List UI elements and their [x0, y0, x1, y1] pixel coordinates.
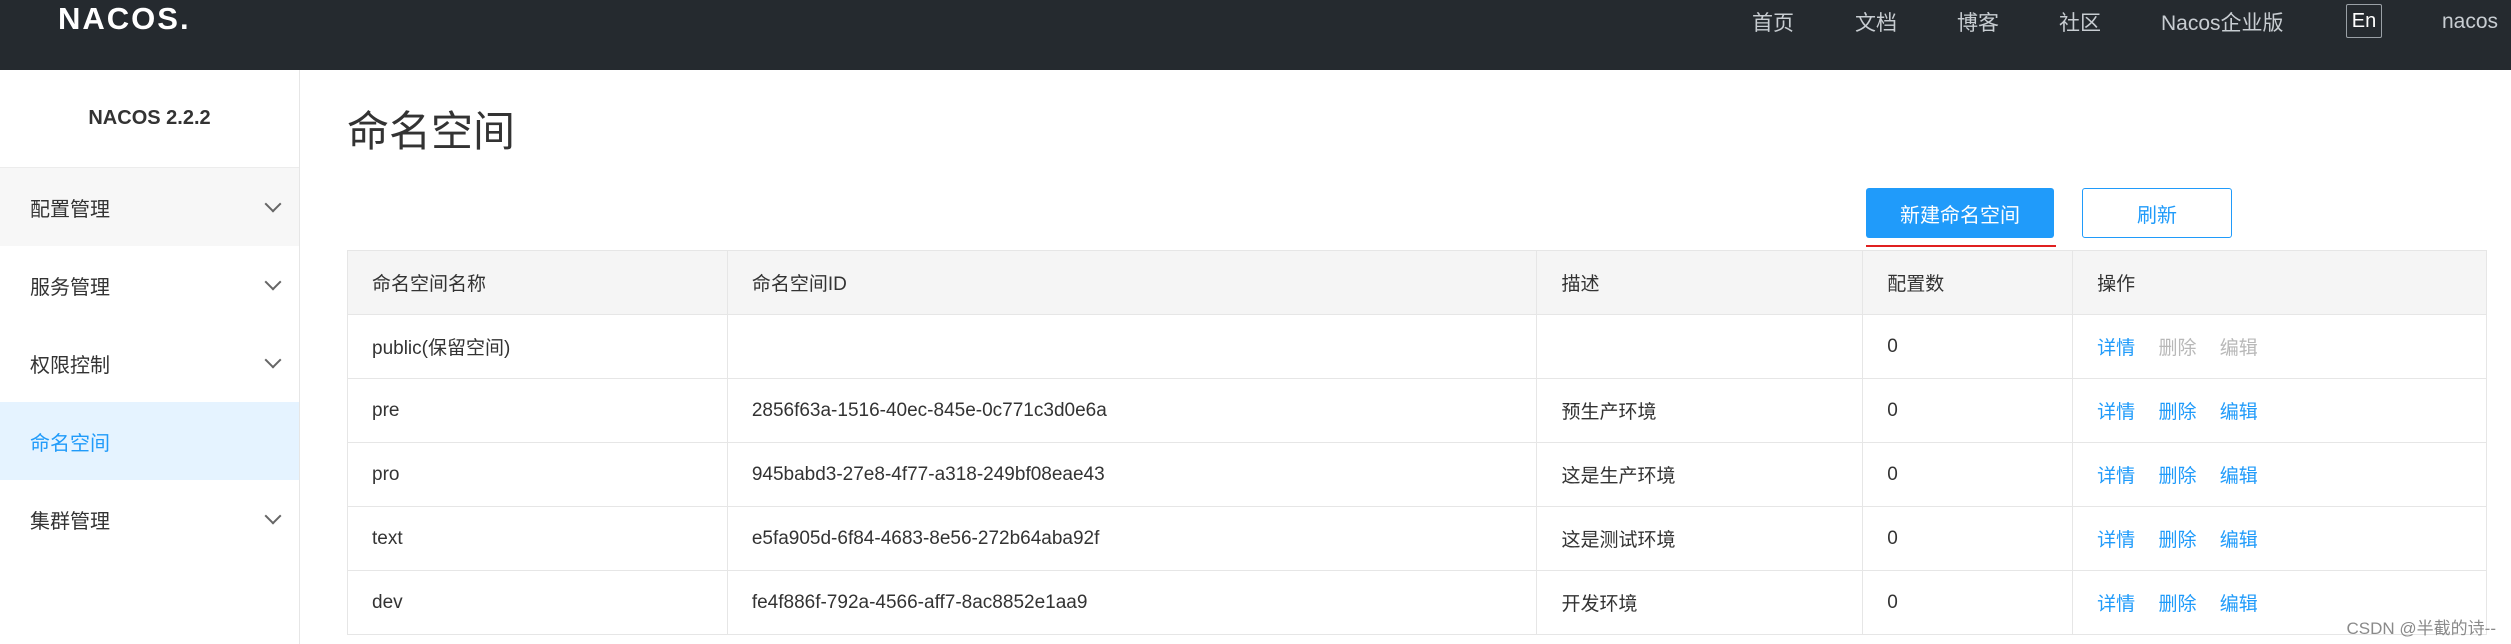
sidebar-item-config[interactable]: 配置管理 [0, 168, 299, 246]
nav-home-link[interactable]: 首页 [1752, 7, 1794, 37]
version-label: NACOS 2.2.2 [0, 70, 299, 168]
namespace-desc-cell: 开发环境 [1536, 570, 1864, 635]
edit-link[interactable]: 编辑 [2220, 402, 2258, 423]
sidebar-item-label: 配置管理 [30, 198, 110, 221]
table-header-row: 命名空间名称 命名空间ID 描述 配置数 操作 [347, 250, 2487, 315]
table-row: pro 945babd3-27e8-4f77-a318-249bf08eae43… [347, 442, 2487, 507]
namespace-name-cell: public(保留空间) [347, 314, 728, 379]
edit-link[interactable]: 编辑 [2220, 530, 2258, 551]
actions-cell: 详情 删除 编辑 [2072, 506, 2487, 571]
namespace-name-cell: dev [347, 570, 728, 635]
nav-docs-link[interactable]: 文档 [1855, 7, 1897, 37]
chevron-down-icon [264, 507, 282, 525]
sidebar-item-label: 服务管理 [30, 276, 110, 299]
chevron-down-icon [264, 351, 282, 369]
top-navbar: NACOS. 首页 文档 博客 社区 Nacos企业版 En nacos [0, 0, 2511, 70]
chevron-down-icon [264, 273, 282, 291]
delete-link[interactable]: 删除 [2158, 402, 2196, 423]
namespace-name-cell: text [347, 506, 728, 571]
edit-link[interactable]: 编辑 [2220, 594, 2258, 615]
namespace-desc-cell: 这是测试环境 [1536, 506, 1864, 571]
detail-link[interactable]: 详情 [2097, 530, 2135, 551]
nav-enterprise-link[interactable]: Nacos企业版 [2161, 7, 2284, 37]
actions-cell: 详情 删除 编辑 [2072, 314, 2487, 379]
sidebar-item-label: 命名空间 [30, 432, 110, 455]
table-row: public(保留空间) 0 详情 删除 编辑 [347, 314, 2487, 379]
sidebar-item-label: 权限控制 [30, 354, 110, 377]
namespace-id-cell: fe4f886f-792a-4566-aff7-8ac8852e1aa9 [726, 570, 1538, 635]
user-name[interactable]: nacos [2442, 10, 2498, 34]
watermark-text: CSDN @半截的诗-- [2346, 619, 2496, 638]
namespace-desc-cell: 预生产环境 [1536, 378, 1864, 443]
sidebar: NACOS 2.2.2 配置管理 服务管理 权限控制 命名空间 集群管理 [0, 70, 300, 644]
namespace-desc-cell [1536, 314, 1864, 379]
table-row: dev fe4f886f-792a-4566-aff7-8ac8852e1aa9… [347, 570, 2487, 635]
table-row: text e5fa905d-6f84-4683-8e56-272b64aba92… [347, 506, 2487, 571]
sidebar-item-label: 集群管理 [30, 510, 110, 533]
config-count-cell: 0 [1862, 314, 2074, 379]
refresh-button[interactable]: 刷新 [2082, 188, 2232, 238]
config-count-cell: 0 [1862, 442, 2074, 507]
namespace-id-cell: e5fa905d-6f84-4683-8e56-272b64aba92f [726, 506, 1538, 571]
edit-link[interactable]: 编辑 [2220, 466, 2258, 487]
delete-link[interactable]: 删除 [2158, 594, 2196, 615]
namespace-table: 命名空间名称 命名空间ID 描述 配置数 操作 public(保留空间) 0 详… [347, 250, 2487, 635]
edit-link: 编辑 [2219, 338, 2258, 359]
config-count-cell: 0 [1862, 378, 2074, 443]
column-header-actions: 操作 [2072, 250, 2487, 315]
sidebar-item-namespace[interactable]: 命名空间 [0, 402, 299, 480]
namespace-id-cell: 2856f63a-1516-40ec-845e-0c771c3d0e6a [726, 378, 1538, 443]
sidebar-item-auth[interactable]: 权限控制 [0, 324, 299, 402]
namespace-desc-cell: 这是生产环境 [1536, 442, 1864, 507]
nav-community-link[interactable]: 社区 [2059, 7, 2101, 37]
namespace-name-cell: pro [347, 442, 728, 507]
nav-blog-link[interactable]: 博客 [1957, 7, 1999, 37]
delete-link[interactable]: 删除 [2158, 530, 2196, 551]
table-row: pre 2856f63a-1516-40ec-845e-0c771c3d0e6a… [347, 378, 2487, 443]
namespace-id-cell [726, 314, 1538, 379]
detail-link[interactable]: 详情 [2097, 338, 2135, 359]
detail-link[interactable]: 详情 [2097, 466, 2135, 487]
column-header-name: 命名空间名称 [347, 250, 728, 315]
sidebar-item-cluster[interactable]: 集群管理 [0, 480, 299, 558]
page-title: 命名空间 [347, 108, 516, 155]
column-header-count: 配置数 [1862, 250, 2074, 315]
config-count-cell: 0 [1862, 570, 2074, 635]
namespace-name-cell: pre [347, 378, 728, 443]
new-namespace-button[interactable]: 新建命名空间 [1866, 188, 2054, 238]
detail-link[interactable]: 详情 [2097, 594, 2135, 615]
column-header-id: 命名空间ID [726, 250, 1538, 315]
column-header-desc: 描述 [1536, 250, 1864, 315]
delete-link: 删除 [2158, 338, 2197, 359]
actions-cell: 详情 删除 编辑 [2072, 442, 2487, 507]
namespace-id-cell: 945babd3-27e8-4f77-a318-249bf08eae43 [726, 442, 1538, 507]
config-count-cell: 0 [1862, 506, 2074, 571]
chevron-down-icon [264, 195, 282, 213]
sidebar-item-service[interactable]: 服务管理 [0, 246, 299, 324]
language-toggle-button[interactable]: En [2346, 4, 2382, 38]
annotation-underline [1866, 245, 2056, 247]
actions-cell: 详情 删除 编辑 [2072, 378, 2487, 443]
detail-link[interactable]: 详情 [2097, 402, 2135, 423]
delete-link[interactable]: 删除 [2158, 466, 2196, 487]
top-nav: 首页 文档 博客 社区 Nacos企业版 En nacos [0, 0, 2511, 44]
